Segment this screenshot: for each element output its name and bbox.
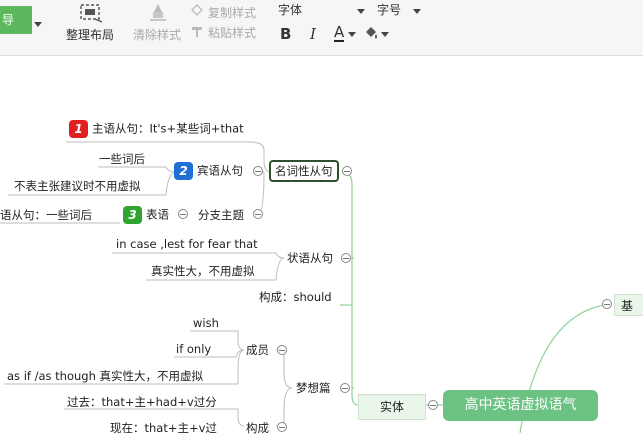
members-item[interactable]: if only [176, 342, 211, 356]
object-clause-label: 宾语从句 [197, 163, 243, 178]
collapse-toggle-composition[interactable] [277, 422, 287, 432]
object-clause-node[interactable]: 2 宾语从句 [174, 162, 243, 180]
adverbial-item[interactable]: 真实性大，不用虚拟 [151, 263, 255, 279]
adverbial-clause-node[interactable]: 状语从句 [287, 250, 333, 266]
subject-clause-label: 主语从句：It's+某些词+that [92, 121, 244, 136]
object-clause-item[interactable]: 不表主张建议时不用虚拟 [14, 178, 141, 194]
subject-clause-node[interactable]: 1 主语从句：It's+某些词+that [69, 120, 244, 138]
priority-2-icon: 2 [174, 162, 193, 180]
composition-item[interactable]: 过去：that+主+had+v过分 [67, 394, 217, 410]
collapse-toggle-shiti[interactable] [428, 400, 438, 410]
collapse-toggle-adverbial[interactable] [341, 253, 351, 263]
collapse-toggle-dream[interactable] [340, 383, 350, 393]
members-item[interactable]: wish [193, 316, 219, 330]
object-clause-item[interactable]: 一些词后 [99, 151, 145, 167]
members-item[interactable]: as if /as though 真实性大，不用虚拟 [7, 368, 203, 384]
noun-clause-node[interactable]: 名词性从句 [269, 160, 339, 182]
collapse-toggle-predicative[interactable] [178, 209, 188, 219]
dream-node[interactable]: 梦想篇 [296, 380, 331, 396]
adverbial-item[interactable]: in case ,lest for fear that [116, 237, 258, 251]
collapse-toggle-right[interactable] [602, 299, 612, 309]
predicative-node[interactable]: 3 表语 [123, 206, 169, 224]
right-branch-node[interactable]: 基 [614, 294, 643, 316]
composition-node[interactable]: 构成 [246, 420, 269, 436]
composition-should-node[interactable]: 构成：should [259, 289, 332, 305]
collapse-toggle-members[interactable] [277, 345, 287, 355]
main-branch-shiti[interactable]: 实体 [358, 394, 426, 420]
root-topic[interactable]: 高中英语虚拟语气 [443, 390, 598, 421]
appositive-node[interactable]: 分支主题 [198, 207, 244, 223]
members-node[interactable]: 成员 [246, 342, 269, 358]
collapse-toggle-appositive[interactable] [253, 209, 263, 219]
priority-1-icon: 1 [69, 120, 88, 138]
predicative-child[interactable]: 语从句：一些词后 [0, 207, 92, 223]
collapse-toggle-noun-clause[interactable] [342, 166, 352, 176]
collapse-toggle-object-clause[interactable] [253, 166, 263, 176]
composition-item[interactable]: 现在：that+主+v过 [110, 420, 217, 436]
predicative-label: 表语 [146, 207, 169, 222]
priority-3-icon: 3 [123, 206, 142, 224]
